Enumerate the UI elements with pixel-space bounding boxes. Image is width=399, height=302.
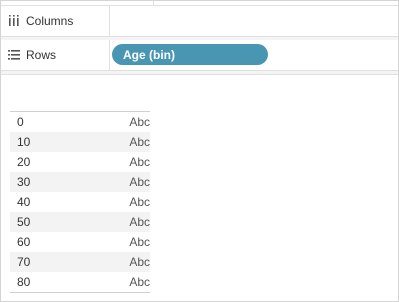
columns-label-text: Columns: [26, 14, 74, 28]
bin-label: 0: [17, 115, 24, 129]
bin-label: 60: [17, 235, 31, 249]
table-row[interactable]: 0 Abc: [10, 112, 150, 132]
table-row[interactable]: 30 Abc: [10, 172, 150, 192]
bin-label: 50: [17, 215, 31, 229]
table-row[interactable]: 70 Abc: [10, 252, 150, 272]
cell-value: Abc: [129, 195, 150, 209]
cell-value: Abc: [129, 155, 150, 169]
cell-value: Abc: [129, 255, 150, 269]
cell-value: Abc: [129, 175, 150, 189]
table-row[interactable]: 10 Abc: [10, 132, 150, 152]
shelf-divider: [1, 71, 398, 75]
columns-drop-zone[interactable]: [110, 6, 398, 36]
bin-label: 30: [17, 175, 31, 189]
bin-label: 70: [17, 255, 31, 269]
cell-value: Abc: [129, 215, 150, 229]
cell-value: Abc: [129, 115, 150, 129]
cell-value: Abc: [129, 275, 150, 289]
rows-shelf: Rows Age (bin): [1, 40, 398, 71]
cell-value: Abc: [129, 135, 150, 149]
table-row[interactable]: 80 Abc: [10, 272, 150, 292]
rows-icon: [7, 48, 21, 62]
worksheet: Columns Rows Age (bin) 0 Abc 10 Abc 20 A…: [0, 0, 399, 302]
table-row[interactable]: 20 Abc: [10, 152, 150, 172]
rows-label-text: Rows: [26, 48, 57, 62]
bin-label: 10: [17, 135, 31, 149]
age-bin-pill[interactable]: Age (bin): [112, 44, 268, 65]
bin-label: 40: [17, 195, 31, 209]
columns-shelf-label: Columns: [1, 6, 110, 36]
columns-shelf: Columns: [1, 6, 398, 37]
rows-shelf-label: Rows: [1, 40, 110, 70]
table-row[interactable]: 40 Abc: [10, 192, 150, 212]
data-table: 0 Abc 10 Abc 20 Abc 30 Abc 40 Abc 50 Abc…: [10, 111, 150, 293]
bin-label: 20: [17, 155, 31, 169]
rows-drop-zone[interactable]: Age (bin): [110, 40, 398, 70]
table-row[interactable]: 60 Abc: [10, 232, 150, 252]
columns-icon: [7, 14, 21, 28]
table-row[interactable]: 50 Abc: [10, 212, 150, 232]
cell-value: Abc: [129, 235, 150, 249]
bin-label: 80: [17, 275, 31, 289]
